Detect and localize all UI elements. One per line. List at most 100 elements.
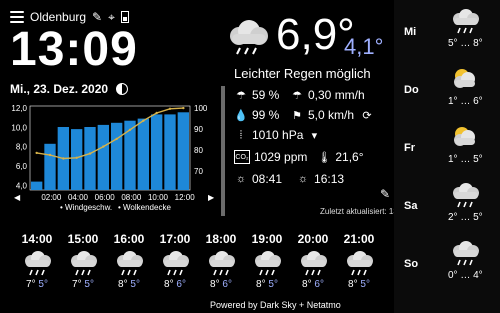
hour-temperatures: 8° 6° bbox=[302, 279, 324, 290]
daily-temperatures: 5° … 8° bbox=[448, 38, 483, 49]
wind-point bbox=[102, 145, 105, 148]
rain-cloud-icon bbox=[301, 251, 327, 276]
right-tick-label: 90 bbox=[194, 125, 203, 134]
wind-point bbox=[155, 111, 158, 115]
x-tick-label: 10:00 bbox=[148, 193, 169, 202]
rain-cloud-icon bbox=[453, 183, 479, 208]
x-tick-label: 06:00 bbox=[95, 193, 116, 202]
sunrise-sunset: ☼ 08:41 ☼ 16:13 bbox=[235, 172, 345, 186]
daily-day-label: So bbox=[404, 258, 419, 270]
separator bbox=[221, 86, 225, 216]
thermometer-icon: 🌡 bbox=[317, 151, 332, 164]
left-tick-label: 8,0 bbox=[16, 143, 28, 152]
rain-probability: ☂ 59 % bbox=[234, 88, 279, 102]
x-tick-label: 04:00 bbox=[68, 193, 89, 202]
left-tick-label: 4,0 bbox=[16, 181, 28, 190]
wind-point bbox=[115, 137, 118, 141]
x-tick-label: 08:00 bbox=[121, 193, 142, 202]
umbrella-open-icon: ☂ bbox=[292, 89, 302, 102]
daily-day-label: Sa bbox=[404, 200, 418, 212]
wind-point bbox=[88, 152, 92, 155]
hour-temperatures: 8° 5° bbox=[348, 279, 370, 290]
hour-temperatures: 8° 6° bbox=[164, 279, 186, 290]
hour-temperatures: 7° 5° bbox=[26, 279, 48, 290]
cloud-cover-bar bbox=[31, 181, 43, 190]
wind-point bbox=[75, 156, 78, 159]
hour-temperatures: 8° 6° bbox=[210, 279, 232, 290]
scroll-right-icon[interactable]: ▶ bbox=[208, 193, 215, 202]
daily-temperatures: 1° … 6° bbox=[448, 96, 483, 107]
sunset-icon: ☼ bbox=[297, 173, 309, 185]
droplet-icon: 💧 bbox=[234, 109, 248, 122]
hour-label: 18:00 bbox=[205, 232, 237, 246]
partly-cloudy-icon bbox=[454, 69, 475, 88]
hour-temperatures: 8° 5° bbox=[256, 279, 278, 290]
daily-day-label: Do bbox=[404, 84, 419, 96]
rain-cloud-icon bbox=[453, 9, 479, 34]
rain-cloud-icon bbox=[209, 251, 235, 276]
feels-like-temperature: 4,1° bbox=[344, 34, 384, 59]
wind-point bbox=[168, 107, 172, 110]
rain-rate: ☂ 0,30 mm/h bbox=[290, 88, 365, 102]
hour-label: 17:00 bbox=[159, 232, 191, 246]
hourly-item: 18:00 8° 6° bbox=[198, 232, 244, 290]
forecast-chart[interactable]: 12,0 10,0 8,0 6,0 4,0 100 90 80 70 02:00 04:00 06:0… bbox=[10, 98, 215, 220]
rain-cloud-icon bbox=[163, 251, 189, 276]
cloud-cover-bar bbox=[151, 114, 163, 190]
hourly-forecast: 14:00 7° 5° 15:00 7° 5° 16:00 8° 5° 17:00 8° 6°… bbox=[14, 232, 394, 302]
cloud-cover-bar bbox=[71, 129, 83, 190]
wind-point bbox=[142, 119, 145, 122]
sunrise-icon: ☼ bbox=[235, 173, 247, 185]
clock-time: 13:09 bbox=[10, 23, 138, 76]
rain-cloud-icon bbox=[255, 251, 281, 276]
hourly-item: 16:00 8° 5° bbox=[106, 232, 152, 290]
footer-credit: Powered by Dark Sky + Netatmo bbox=[210, 300, 341, 310]
left-tick-label: 12,0 bbox=[11, 104, 27, 113]
hourly-item: 21:00 8° 5° bbox=[336, 232, 382, 290]
daily-temperatures: 1° … 5° bbox=[448, 154, 483, 165]
hourly-item: 20:00 8° 6° bbox=[290, 232, 336, 290]
wind-point bbox=[35, 151, 38, 155]
rain-cloud-icon bbox=[453, 241, 479, 266]
rain-cloud-icon bbox=[71, 251, 97, 276]
edit-icon[interactable]: ✎ bbox=[380, 187, 390, 201]
windsock-icon: ⚑ bbox=[292, 109, 302, 122]
daily-temperatures: 0° … 4° bbox=[448, 270, 483, 281]
hour-label: 21:00 bbox=[343, 232, 375, 246]
cloud-cover-bar bbox=[164, 114, 176, 190]
rain-cloud-icon bbox=[347, 251, 373, 276]
hour-temperatures: 8° 5° bbox=[118, 279, 140, 290]
scroll-left-icon[interactable]: ◀ bbox=[14, 193, 21, 202]
umbrella-icon: ☂ bbox=[236, 89, 246, 102]
left-tick-label: 6,0 bbox=[16, 162, 28, 171]
legend-wind: • Windgeschw. bbox=[60, 203, 112, 212]
hour-label: 14:00 bbox=[21, 232, 53, 246]
daily-temperatures: 2° … 5° bbox=[448, 212, 483, 223]
co2-icon: CO₂ bbox=[234, 150, 250, 164]
cloud-cover-bar bbox=[137, 118, 149, 190]
partly-cloudy-icon bbox=[454, 127, 475, 146]
cloud-cover-bar bbox=[97, 124, 109, 190]
trend-down-icon: ▾ bbox=[311, 129, 318, 142]
date-text: Mi., 23. Dez. 2020 bbox=[10, 82, 109, 96]
hourly-item: 15:00 7° 5° bbox=[60, 232, 106, 290]
cloud-cover-bar bbox=[177, 112, 189, 190]
daily-day-label: Mi bbox=[404, 26, 417, 38]
rain-cloud-icon bbox=[117, 251, 143, 276]
co2-level: CO₂ 1029 ppm 🌡 21,6° bbox=[234, 150, 364, 164]
hour-label: 20:00 bbox=[297, 232, 329, 246]
wind-point bbox=[128, 128, 132, 131]
hourly-item: 17:00 8° 6° bbox=[152, 232, 198, 290]
moon-phase-icon bbox=[116, 83, 129, 95]
cloud-cover-bar bbox=[44, 143, 56, 190]
x-tick-label: 02:00 bbox=[41, 193, 62, 202]
hourly-item: 19:00 8° 5° bbox=[244, 232, 290, 290]
rain-cloud-icon bbox=[230, 20, 268, 55]
right-tick-label: 100 bbox=[194, 104, 208, 113]
daily-day-label: Fr bbox=[404, 142, 415, 154]
rain-cloud-icon bbox=[25, 251, 51, 276]
hour-label: 16:00 bbox=[113, 232, 145, 246]
hour-label: 15:00 bbox=[67, 232, 99, 246]
left-tick-label: 10,0 bbox=[11, 123, 27, 132]
refresh-icon[interactable]: ⟳ bbox=[360, 108, 374, 122]
